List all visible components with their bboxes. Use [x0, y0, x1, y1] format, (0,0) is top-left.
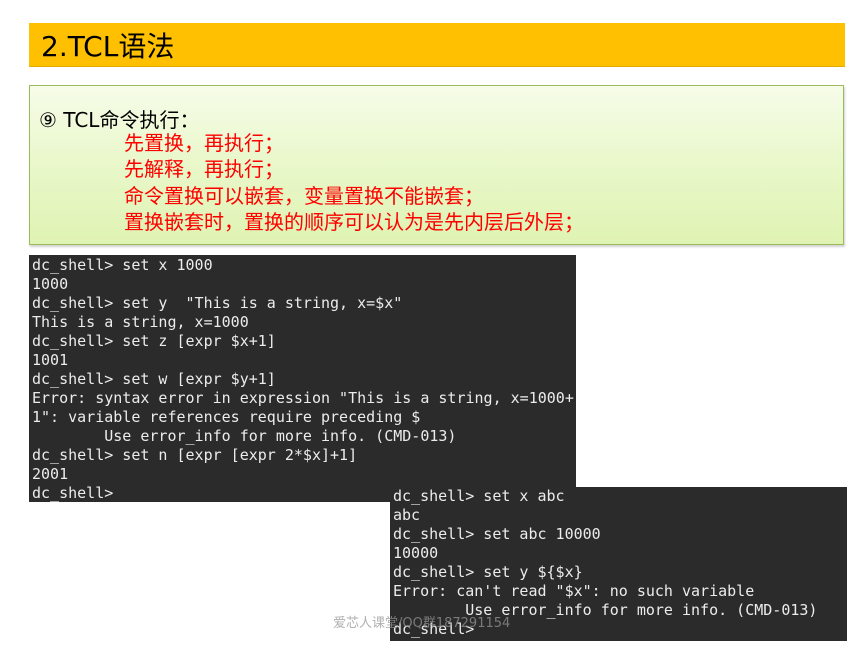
terminal-line: 1000 — [32, 275, 69, 293]
terminal-line: dc_shell> set x abc — [393, 487, 565, 505]
terminal-line: 1001 — [32, 351, 69, 369]
note-box: ⑨ TCL命令执行： 先置换，再执行； 先解释，再执行； 命令置换可以嵌套，变量… — [29, 85, 844, 245]
terminal-line: dc_shell> set z [expr $x+1] — [32, 332, 276, 350]
terminal-line: dc_shell> set abc 10000 — [393, 525, 601, 543]
slide-title: 2.TCL语法 — [41, 29, 175, 63]
terminal-line: dc_shell> set w [expr $y+1] — [32, 370, 276, 388]
note-line: 置换嵌套时，置换的顺序可以认为是先内层后外层； — [124, 210, 584, 234]
terminal-line: 2001 — [32, 465, 69, 483]
terminal-line: This is a string, x=1000 — [32, 313, 249, 331]
terminal-line: abc — [393, 506, 421, 524]
slide-title-bar: 2.TCL语法 — [29, 23, 845, 67]
terminal-line: Error: syntax error in expression "This … — [32, 389, 574, 407]
terminal-line: dc_shell> set n [expr [expr 2*$x]+1] — [32, 446, 358, 464]
terminal-line: dc_shell> set y ${$x} — [393, 563, 583, 581]
terminal-line: 10000 — [393, 544, 439, 562]
terminal-line: dc_shell> set x 1000 — [32, 256, 213, 274]
terminal-screenshot-1: dc_shell> set x 1000 1000 dc_shell> set … — [29, 255, 576, 502]
watermark-text: 爱芯人课堂/QQ群187291154 — [333, 616, 511, 631]
terminal-line: Use error_info for more info. (CMD-013) — [32, 427, 457, 445]
note-line: 先解释，再执行； — [124, 157, 284, 181]
note-line: 命令置换可以嵌套，变量置换不能嵌套； — [124, 184, 484, 208]
terminal-line: 1": variable references require precedin… — [32, 408, 421, 426]
note-line: 先置换，再执行； — [124, 131, 284, 155]
terminal-line: dc_shell> set y "This is a string, x=$x" — [32, 294, 403, 312]
terminal-line: Error: can't read "$x": no such variable — [393, 582, 755, 600]
